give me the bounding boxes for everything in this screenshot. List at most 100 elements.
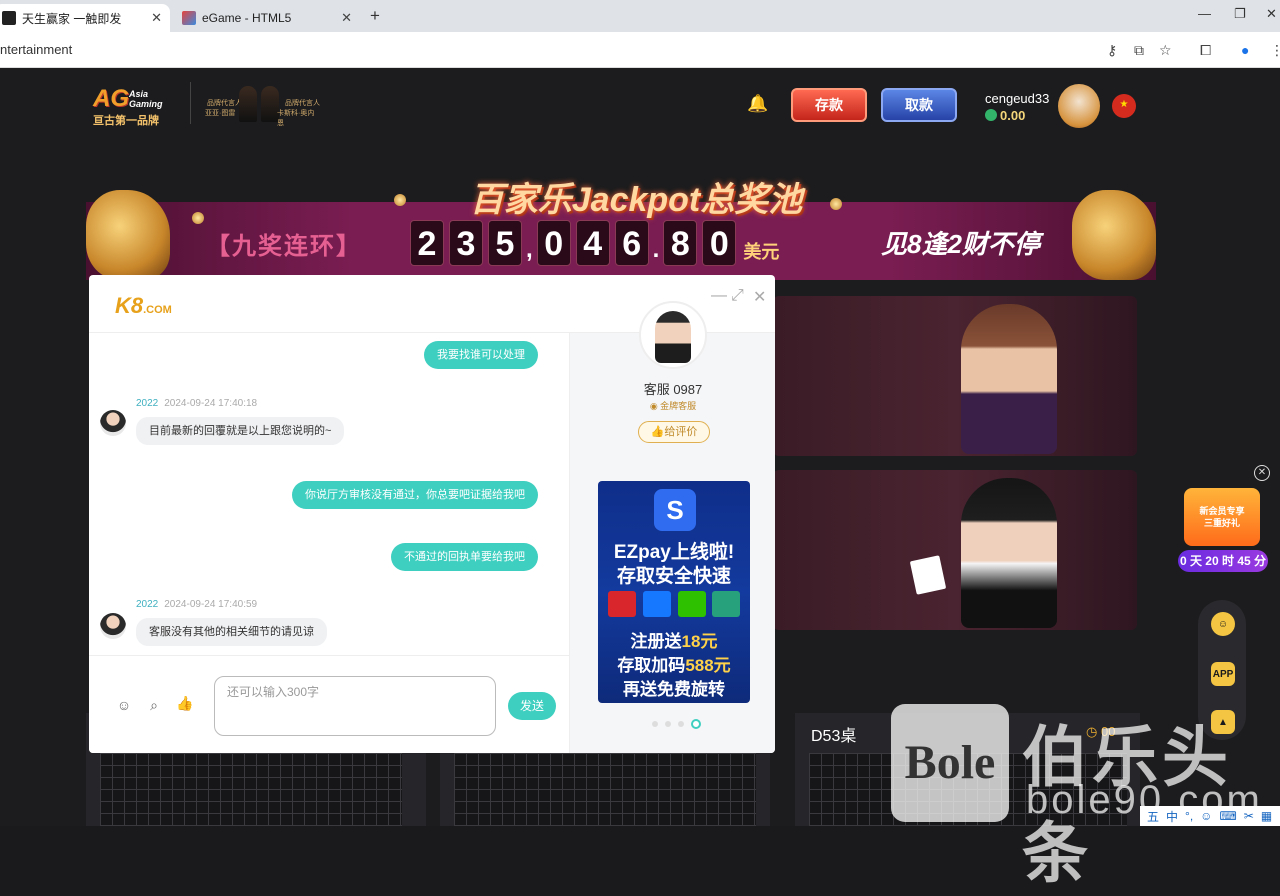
- ime-icon[interactable]: ☺: [1200, 809, 1212, 823]
- carousel-dot[interactable]: [678, 721, 684, 727]
- ag-logo[interactable]: AG Asia Gaming 亘古第一品牌: [93, 85, 173, 127]
- thumbs-up-icon[interactable]: 👍: [176, 694, 194, 712]
- close-chat-icon[interactable]: ✕: [753, 287, 766, 307]
- outgoing-message: 不通过的回执单要给我吧: [391, 543, 538, 571]
- ad-line2: 存取安全快速: [616, 566, 731, 587]
- promo-widget[interactable]: 新会员专享 三重好礼 0 天 20 时 45 分: [1178, 484, 1270, 572]
- ime-icon[interactable]: 中: [1166, 808, 1178, 825]
- jackpot-right-slogan: 见8逢2财不停: [881, 229, 1040, 259]
- agent-photo: [639, 301, 707, 369]
- coin-icon: [394, 194, 406, 206]
- ime-icon[interactable]: ▦: [1261, 809, 1272, 823]
- game-card[interactable]: [773, 296, 1137, 456]
- ambassador-label: 品牌代言人: [207, 100, 242, 107]
- china-flag-icon[interactable]: ★: [1112, 94, 1136, 118]
- ad-text: 存取加码: [617, 656, 686, 675]
- close-window-icon[interactable]: ✕: [1266, 6, 1277, 22]
- send-button[interactable]: 发送: [508, 692, 556, 720]
- minimize-chat-icon[interactable]: —: [711, 287, 727, 305]
- expand-chat-icon[interactable]: ⤢: [731, 287, 744, 305]
- coin-icon: [985, 109, 997, 121]
- customer-service-icon[interactable]: ☺: [1211, 612, 1235, 636]
- agent-tag-text: 金牌客服: [660, 401, 697, 411]
- restore-icon[interactable]: ❐: [1234, 6, 1246, 22]
- tab-title: 天生赢家 一触即发: [22, 11, 122, 26]
- withdraw-button[interactable]: 取款: [881, 88, 957, 122]
- carousel-dot[interactable]: [665, 721, 671, 727]
- attachment-icon[interactable]: ⌕: [145, 696, 163, 714]
- message-meta: 2022 2024-09-24 17:40:59: [136, 599, 257, 610]
- ad-highlight: 588元: [685, 656, 731, 675]
- agent-avatar: [100, 613, 126, 639]
- ezpay-ad[interactable]: S EZpay上线啦! 存取安全快速 注册送18元 存取加码588元 再送免费旋…: [598, 481, 750, 703]
- promo-line2: 三重好礼: [1203, 518, 1240, 528]
- ad-line3: 注册送18元: [598, 627, 750, 652]
- rate-button[interactable]: 👍给评价: [638, 421, 710, 443]
- emoji-icon[interactable]: ☺: [115, 696, 133, 714]
- key-icon[interactable]: ⚷: [1107, 42, 1117, 59]
- jackpot-digit: 2: [410, 220, 444, 266]
- k8-logo: K8.COM: [115, 293, 172, 319]
- address-bar[interactable]: ntertainment ⚷ ⧉ ☆ ⧠ ● ⋮: [0, 32, 1280, 68]
- ime-icon[interactable]: °,: [1185, 809, 1193, 823]
- agent-face-image: [655, 311, 691, 363]
- close-tab-icon[interactable]: ✕: [341, 10, 352, 26]
- dragon-right-image: [1072, 190, 1156, 280]
- deposit-button[interactable]: 存款: [791, 88, 867, 122]
- balance: 0.00: [985, 108, 1025, 123]
- jackpot-separator: .: [652, 236, 660, 263]
- brand-suffix: .COM: [143, 304, 172, 316]
- message-input[interactable]: 还可以输入300字: [214, 676, 496, 736]
- withdraw-label: 取款: [905, 97, 933, 113]
- incoming-message: 客服没有其他的相关细节的请见谅: [136, 618, 327, 646]
- ambassador-label: 品牌代言人: [285, 100, 320, 107]
- agent-name: 客服 0987: [643, 382, 703, 397]
- app-label: APP: [1212, 668, 1234, 680]
- jackpot-title: 百家乐Jackpot总奖池: [469, 181, 803, 219]
- table-name: D53桌: [811, 728, 857, 745]
- close-promo-icon[interactable]: ✕: [1254, 465, 1270, 481]
- new-tab-button[interactable]: +: [370, 6, 380, 26]
- url-text[interactable]: ntertainment: [0, 42, 72, 57]
- menu-icon[interactable]: ⋮: [1270, 42, 1280, 59]
- bell-icon[interactable]: 🔔: [747, 94, 768, 114]
- message-list[interactable]: 我要找谁可以处理 2022 2024-09-24 17:40:18 目前最新的回覆…: [89, 333, 569, 655]
- logo-slogan: 亘古第一品牌: [93, 115, 159, 127]
- app-icon[interactable]: APP: [1211, 662, 1235, 686]
- sender-id: 2022: [136, 599, 159, 610]
- carousel-dot-active[interactable]: [691, 719, 701, 729]
- game-card[interactable]: [773, 470, 1137, 630]
- ambassador-name: 亚亚·图雷: [205, 110, 236, 117]
- outgoing-message: 我要找谁可以处理: [424, 341, 538, 369]
- jackpot-banner[interactable]: 百家乐Jackpot总奖池 【九奖连环】 2 3 5 , 0 4 6 . 8 0…: [86, 170, 1156, 282]
- extensions-icon[interactable]: ⧠: [1200, 42, 1211, 59]
- star-icon[interactable]: ☆: [1159, 42, 1172, 59]
- message-time: 2024-09-24 17:40:59: [164, 599, 258, 610]
- outgoing-message: 你说厅方审核没有通过，你总要吧证据给我吧: [292, 481, 538, 509]
- jackpot-counter: 2 3 5 , 0 4 6 . 8 0 美元: [410, 220, 779, 266]
- composer: ☺ ⌕ 👍 还可以输入300字 发送: [89, 655, 569, 753]
- user-avatar[interactable]: [1058, 84, 1100, 128]
- egame-favicon-icon: [182, 11, 196, 25]
- coin-icon: [830, 198, 842, 210]
- profile-icon[interactable]: ●: [1241, 42, 1249, 58]
- jackpot-currency: 美元: [743, 242, 780, 262]
- browser-tab[interactable]: eGame - HTML5 ✕: [174, 4, 360, 32]
- close-tab-icon[interactable]: ✕: [151, 10, 162, 26]
- gift-box-image: 新会员专享 三重好礼: [1184, 488, 1260, 546]
- ime-icon[interactable]: ✂: [1244, 809, 1254, 823]
- jackpot-separator: ,: [526, 236, 533, 263]
- browser-tab-active[interactable]: 天生赢家 一触即发 ✕: [0, 4, 170, 32]
- jackpot-digit: 5: [488, 220, 522, 266]
- agent-badge: ◉ 金牌客服: [649, 401, 697, 411]
- carousel-dot[interactable]: [652, 721, 658, 727]
- incoming-message: 目前最新的回覆就是以上跟您说明的~: [136, 417, 345, 445]
- ime-icon[interactable]: ⌨: [1219, 809, 1236, 823]
- minimize-icon[interactable]: —: [1198, 6, 1211, 21]
- username: cengeud33: [985, 91, 1050, 106]
- cast-icon[interactable]: ⧉: [1134, 42, 1144, 59]
- jackpot-digit: 0: [536, 220, 571, 266]
- agent-avatar: [100, 410, 126, 436]
- ime-icon[interactable]: 五: [1147, 808, 1159, 825]
- ezpay-logo-icon: S: [654, 489, 696, 531]
